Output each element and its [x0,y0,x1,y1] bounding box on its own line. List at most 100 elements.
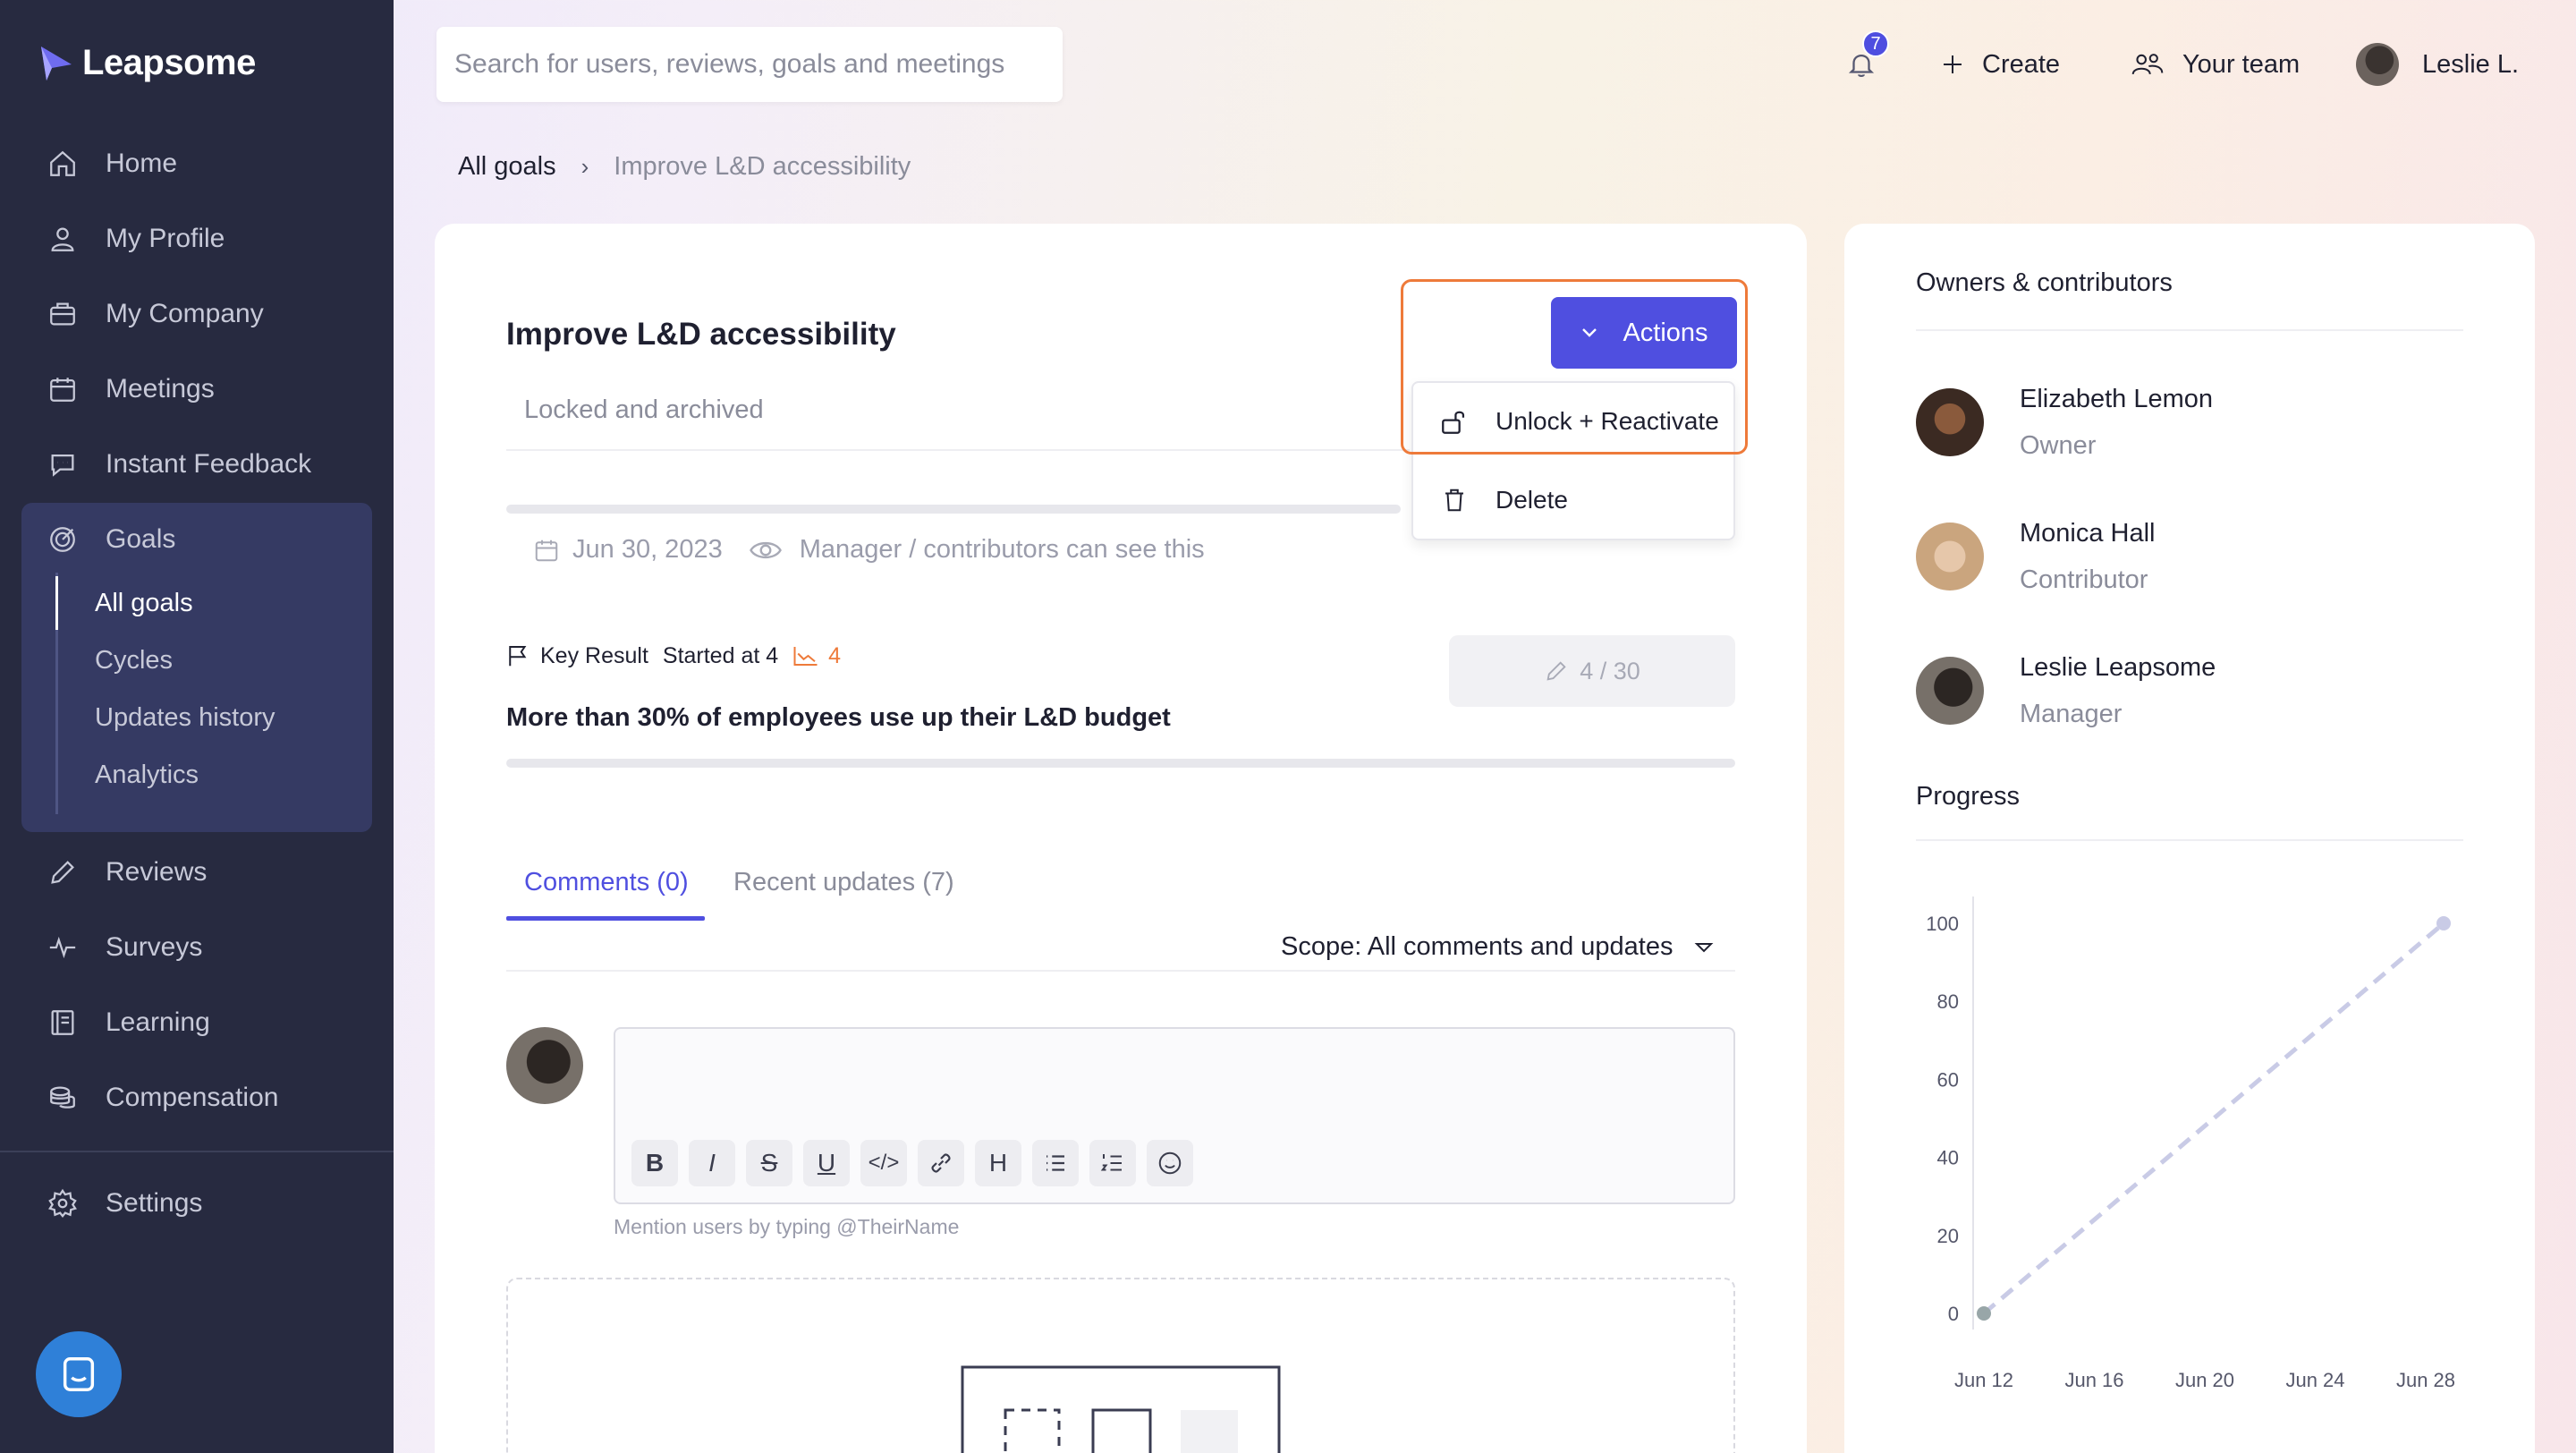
link-button[interactable] [918,1140,964,1186]
key-result-update-button[interactable]: 4 / 30 [1449,635,1735,707]
divider [1916,839,2463,841]
chat-bubble-icon [47,448,79,480]
sidebar-subitem-updates-history[interactable]: Updates history [95,703,275,733]
delete-menu-item[interactable]: Delete [1413,462,1733,539]
sidebar-item-label: Surveys [106,932,203,962]
team-icon [2131,54,2164,75]
goal-progress-bar [506,505,1401,514]
plus-icon [1944,55,1962,73]
divider [506,449,1410,451]
sidebar: Leapsome Home My Profile My Company Meet… [0,0,394,1453]
emoji-icon [1158,1151,1182,1175]
goal-due-date: Jun 30, 2023 [572,535,723,564]
user-name: Leslie L. [2422,49,2520,79]
sidebar-item-label: Reviews [106,857,208,887]
leapsome-logo[interactable]: Leapsome [39,43,256,83]
person-role: Owner [2020,431,2097,460]
x-tick-label: Jun 12 [1954,1369,2013,1391]
your-team-button[interactable]: Your team [2131,27,2300,102]
key-result-type: Key Result [540,642,648,668]
owners-contributors-title: Owners & contributors [1916,268,2173,297]
gear-icon [47,1187,79,1219]
x-tick-label: Jun 20 [2175,1369,2234,1391]
briefcase-icon [47,298,79,330]
target-icon [47,523,79,556]
tab-comments[interactable]: Comments (0) [524,868,689,897]
scope-dropdown[interactable]: Scope: All comments and updates [1281,932,1714,962]
person-name[interactable]: Elizabeth Lemon [2020,385,2213,414]
user-icon [47,223,79,255]
person-role: Manager [2020,700,2123,728]
breadcrumb-current: Improve L&D accessibility [614,152,911,181]
chevron-right-icon: › [580,153,589,180]
avatar [506,1027,583,1104]
search-input[interactable]: Search for users, reviews, goals and mee… [436,27,1063,102]
user-menu[interactable]: Leslie L. [2356,27,2519,102]
key-result-progress-bar [506,759,1735,768]
code-button[interactable]: </> [860,1140,907,1186]
highlight-outline [1401,279,1748,455]
person-name[interactable]: Monica Hall [2020,519,2156,548]
pencil-icon [1546,661,1566,681]
sidebar-item-compensation[interactable]: Compensation [21,1066,372,1129]
sidebar-subitem-cycles[interactable]: Cycles [95,646,173,676]
y-tick-label: 0 [1948,1303,1959,1325]
strikethrough-button[interactable]: S [746,1140,792,1186]
sidebar-subitem-analytics[interactable]: Analytics [95,760,199,790]
sidebar-item-settings[interactable]: Settings [21,1172,372,1235]
underline-button[interactable]: U [803,1140,850,1186]
sidebar-item-reviews[interactable]: Reviews [21,841,372,904]
chevron-down-icon [1695,942,1714,952]
key-result-current: 4 [828,642,842,668]
key-result-started: Started at 4 [662,642,779,668]
pulse-icon [47,931,79,964]
sidebar-item-instant-feedback[interactable]: Instant Feedback [21,433,372,496]
bold-button[interactable]: B [631,1140,678,1186]
sidebar-item-learning[interactable]: Learning [21,991,372,1054]
sidebar-item-label: Compensation [106,1083,279,1112]
link-icon [931,1153,951,1173]
sidebar-item-home[interactable]: Home [21,132,372,195]
calendar-icon [47,373,79,405]
sidebar-item-my-profile[interactable]: My Profile [21,208,372,270]
coins-icon [47,1082,79,1114]
breadcrumb-all-goals[interactable]: All goals [458,152,556,182]
sidebar-divider [0,1151,394,1152]
sidebar-subitem-all-goals[interactable]: All goals [95,589,193,618]
sidebar-item-label: Instant Feedback [106,449,312,479]
chat-launcher-button[interactable] [36,1331,122,1417]
sidebar-item-meetings[interactable]: Meetings [21,358,372,421]
progress-chart: 100 80 60 40 20 0 Jun 12 Jun 16 Jun 20 Jun 24 Jun … [1926,896,2455,1391]
bullet-list-button[interactable] [1032,1140,1079,1186]
heading-button[interactable]: H [975,1140,1021,1186]
sidebar-item-goals[interactable]: Goals [21,508,372,571]
key-result-title: More than 30% of employees use up their … [506,703,1171,732]
scope-label: Scope: All comments and updates [1281,932,1674,961]
avatar [1916,657,1984,725]
sidebar-item-my-company[interactable]: My Company [21,283,372,345]
divider [506,970,1735,972]
book-icon [47,1007,79,1039]
leapsome-logo-icon [41,46,72,81]
emoji-button[interactable] [1147,1140,1193,1186]
submenu-active-indicator [55,576,58,630]
editor-toolbar: B I S U </> H [631,1140,1193,1186]
tab-recent-updates[interactable]: Recent updates (7) [733,868,954,897]
mention-hint: Mention users by typing @TheirName [614,1215,960,1238]
pencil-icon [47,856,79,888]
avatar [1916,388,1984,456]
sidebar-item-surveys[interactable]: Surveys [21,916,372,979]
person-name[interactable]: Leslie Leapsome [2020,653,2216,683]
sidebar-item-label: Settings [106,1188,203,1218]
comment-editor[interactable]: B I S U </> H [614,1027,1735,1204]
goal-visibility: Manager / contributors can see this [799,535,1205,564]
numbered-list-icon [1100,1154,1122,1171]
strikethrough-icon: S [760,1149,778,1177]
create-button[interactable]: Create [1939,27,2060,102]
italic-button[interactable]: I [689,1140,735,1186]
y-tick-label: 20 [1937,1225,1959,1247]
numbered-list-button[interactable] [1089,1140,1136,1186]
menu-item-label: Delete [1496,486,1568,514]
eye-icon [749,541,782,558]
empty-state-illustration [961,1365,1281,1453]
